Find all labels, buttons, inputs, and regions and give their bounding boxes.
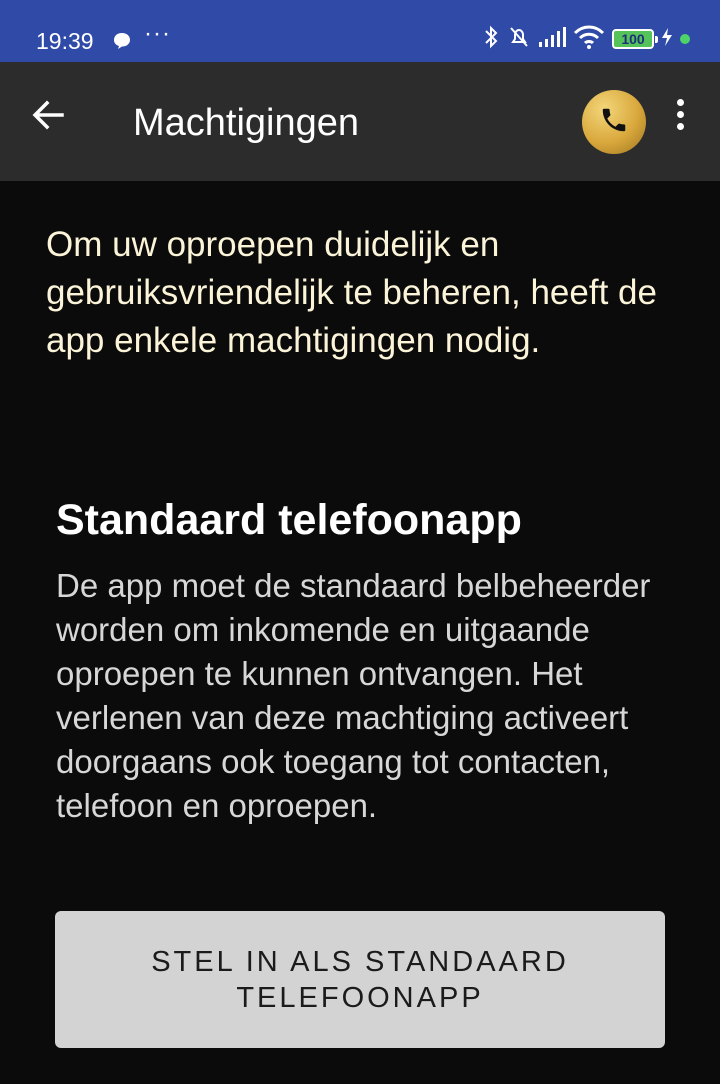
phone-icon (599, 105, 629, 140)
section-title: Standaard telefoonapp (56, 496, 522, 544)
privacy-dot-icon (680, 34, 690, 44)
back-button[interactable] (28, 92, 74, 138)
signal-strength-icon (538, 26, 566, 53)
bluetooth-icon (482, 25, 500, 54)
menu-dot-middle (676, 111, 684, 118)
status-time: 19:39 (36, 28, 94, 54)
battery-indicator: 100 (612, 29, 658, 49)
section-description: De app moet de standaard belbeheerder wo… (56, 567, 651, 824)
app-bar: Machtigingen (0, 62, 720, 181)
intro-text: Om uw oproepen duidelijk en gebruiksvrie… (46, 225, 657, 360)
menu-dot-bottom (676, 123, 684, 130)
set-default-phone-app-button[interactable]: STEL IN ALS STANDAARD TELEFOONAPP (55, 911, 665, 1048)
wifi-icon (573, 25, 605, 54)
button-label: STEL IN ALS STANDAARD TELEFOONAPP (151, 945, 569, 1014)
more-notifications-icon: ··· (144, 20, 171, 47)
status-bar: 19:39 ··· 100 (0, 0, 720, 62)
phone-avatar-button[interactable] (582, 90, 646, 154)
page-title: Machtigingen (133, 102, 360, 144)
charging-bolt-icon (661, 27, 673, 52)
chat-bubble-icon (112, 31, 132, 56)
arrow-left-icon (28, 100, 74, 142)
status-indicators: 100 (482, 25, 690, 54)
silent-bell-icon (507, 25, 531, 54)
overflow-menu-button[interactable] (668, 96, 692, 136)
menu-dot-top (676, 99, 684, 106)
